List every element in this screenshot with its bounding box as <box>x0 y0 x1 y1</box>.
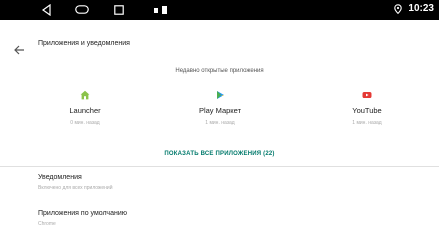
notification-icons <box>154 6 167 14</box>
app-name: Launcher <box>69 106 101 115</box>
app-last-used: 0 мин. назад <box>70 120 100 126</box>
youtube-icon <box>362 92 372 98</box>
app-name: YouTube <box>352 106 382 115</box>
app-bar: Приложения и уведомления <box>0 20 439 70</box>
home-nav-icon[interactable] <box>75 5 89 14</box>
back-arrow-icon[interactable] <box>12 43 26 57</box>
status-time: 10:23 <box>408 3 434 14</box>
show-all-apps-button[interactable]: ПОКАЗАТЬ ВСЕ ПРИЛОЖЕНИЯ (22) <box>0 151 439 157</box>
app-name: Play Маркет <box>198 106 242 115</box>
app-last-used: 1 мин. назад <box>205 120 235 126</box>
divider <box>0 166 439 167</box>
app-last-used: 1 мин. назад <box>352 120 382 126</box>
recent-app-launcher[interactable]: Launcher 0 мин. назад <box>40 90 130 126</box>
page-title: Приложения и уведомления <box>38 40 130 47</box>
home-icon <box>80 90 90 100</box>
settings-item-title: Уведомления <box>38 174 82 181</box>
recent-app-play-store[interactable]: Play Маркет 1 мин. назад <box>175 90 265 126</box>
status-bar: 10:23 <box>0 0 439 20</box>
settings-item-subtitle: Включено для всех приложений <box>38 185 113 191</box>
back-nav-icon[interactable] <box>41 4 53 16</box>
location-icon <box>394 3 403 14</box>
settings-item-subtitle: Chrome <box>38 221 56 227</box>
settings-item-title: Приложения по умолчанию <box>38 210 127 217</box>
recent-apps-header: Недавно открытые приложения <box>175 68 264 74</box>
recent-app-youtube[interactable]: YouTube 1 мин. назад <box>322 90 412 126</box>
play-store-icon <box>217 91 224 99</box>
recent-apps-icon[interactable] <box>114 5 124 15</box>
